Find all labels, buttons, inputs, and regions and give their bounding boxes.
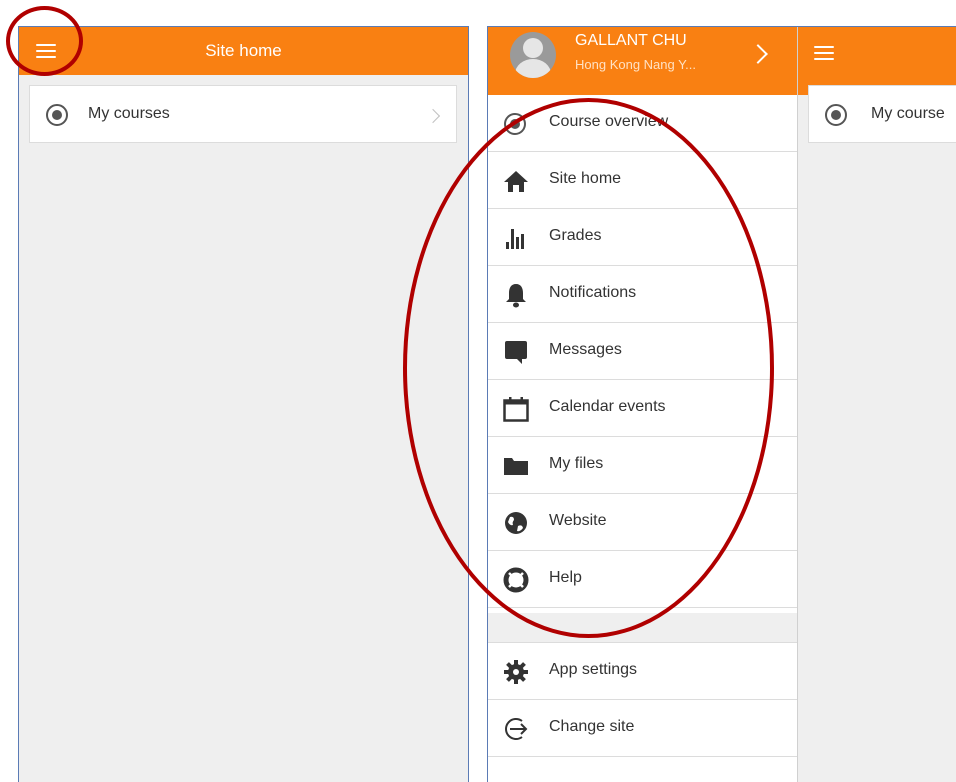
app-header: Site home: [19, 27, 468, 75]
course-radio-icon: [46, 104, 68, 126]
exit-icon: [505, 718, 528, 740]
my-courses-row-behind[interactable]: My course: [808, 85, 956, 143]
menu-item-label: App settings: [549, 661, 638, 678]
menu-item-app-settings[interactable]: App settings: [488, 643, 797, 700]
avatar: [510, 32, 556, 78]
my-courses-label: My courses: [88, 105, 170, 122]
chevron-right-icon: [748, 44, 768, 64]
menu-hamburger-icon-behind[interactable]: [814, 44, 836, 62]
chevron-right-icon: [425, 108, 441, 124]
gear-icon: [504, 660, 528, 684]
user-profile-header[interactable]: GALLANT CHU Hong Kong Nang Y...: [488, 27, 797, 95]
menu-highlight-ellipse: [403, 98, 774, 638]
my-courses-row[interactable]: My courses: [29, 85, 457, 143]
hamburger-highlight-circle: [6, 6, 83, 76]
my-courses-label-behind: My course: [871, 105, 945, 122]
menu-item-label: Change site: [549, 718, 635, 735]
user-site: Hong Kong Nang Y...: [575, 57, 696, 72]
user-name: GALLANT CHU: [575, 32, 687, 49]
menu-item-change-site[interactable]: Change site: [488, 700, 797, 757]
course-radio-icon: [825, 104, 847, 126]
left-screen: Site home My courses: [18, 26, 469, 782]
page-title: Site home: [205, 41, 282, 60]
